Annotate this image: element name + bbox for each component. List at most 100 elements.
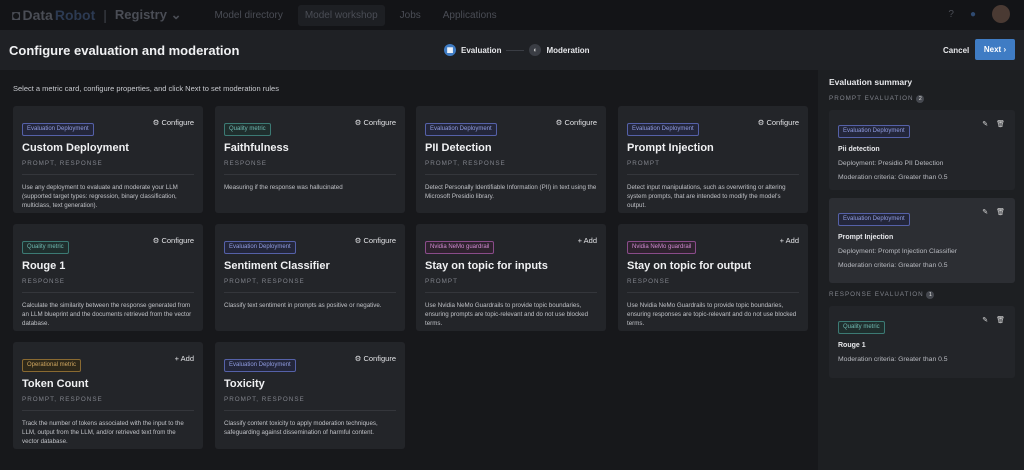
divider: | [103,7,107,23]
summary-title: Evaluation summary [829,77,913,87]
card-description: Use any deployment to evaluate and moder… [22,184,178,209]
trash-icon[interactable]: 🗑 [996,316,1005,324]
configure-button[interactable]: ⚙ Configure [153,236,194,245]
card-title: Token Count [22,378,89,390]
top-nav: ◘ Data Robot | Registry ⌄ Model directory … [0,0,1024,30]
gear-icon: ⚙ [555,118,563,127]
nav-jobs[interactable]: Jobs [393,5,428,26]
gear-icon: ⚙ [354,236,362,245]
response-evaluation-header: RESPONSE EVALUATION 1 [829,291,935,299]
metric-card[interactable]: Evaluation Deployment ⚙ Configure Toxici… [215,342,405,449]
metric-card[interactable]: Quality metric ⚙ Configure Rouge 1 RESPO… [13,224,203,331]
moderation-criteria: Moderation criteria: Greater than 0.5 [838,174,948,181]
evaluation-summary-panel: Evaluation summary PROMPT EVALUATION 2 R… [818,70,1024,470]
summary-item[interactable]: Evaluation Deployment ✎ 🗑 Prompt Injectio… [829,198,1015,283]
plus-icon: + [174,354,179,363]
action-label: Add [785,236,799,245]
metric-card[interactable]: Evaluation Deployment ⚙ Configure Sentim… [215,224,405,331]
summary-item[interactable]: Quality metric ✎ 🗑 Rouge 1 Moderation cri… [829,306,1015,378]
registry-dropdown[interactable]: Registry ⌄ [115,7,182,23]
section-label: RESPONSE EVALUATION [829,291,924,298]
card-title: Rouge 1 [22,260,66,272]
help-icon[interactable]: ? [948,9,954,20]
card-title: Toxicity [224,378,265,390]
gear-icon: ⚙ [354,354,362,363]
metric-card[interactable]: Nvidia NeMo guardrail + Add Stay on topi… [416,224,606,331]
nav-applications[interactable]: Applications [436,5,504,26]
card-applies-to: PROMPT [627,160,799,175]
add-button[interactable]: + Add [780,236,799,245]
configure-button[interactable]: ⚙ Configure [556,118,597,127]
edit-icon[interactable]: ✎ [982,316,988,324]
add-button[interactable]: + Add [175,354,194,363]
summary-item-name: Pii detection [838,146,880,153]
deployment-text: Deployment: Prompt Injection Classifier [838,248,957,255]
card-applies-to: PROMPT [425,278,597,293]
category-badge: Evaluation Deployment [22,123,94,136]
nav-model-workshop[interactable]: Model workshop [297,4,385,26]
stepper: ▦ Evaluation ◐ Moderation [444,44,590,56]
action-label: Configure [161,118,194,127]
next-button[interactable]: Next › [975,39,1015,60]
avatar[interactable] [992,5,1010,23]
count-badge: 1 [926,291,935,299]
page-header: Configure evaluation and moderation ▦ Ev… [0,30,1024,70]
page-title: Configure evaluation and moderation [9,42,240,58]
moderation-criteria: Moderation criteria: Greater than 0.5 [838,356,948,363]
configure-button[interactable]: ⚙ Configure [355,236,396,245]
category-badge: Evaluation Deployment [425,123,497,136]
category-badge: Nvidia NeMo guardrail [425,241,495,254]
card-title: Stay on topic for inputs [425,260,548,272]
metric-card[interactable]: Evaluation Deployment ⚙ Configure PII De… [416,106,606,213]
card-title: Sentiment Classifier [224,260,330,272]
card-title: Prompt Injection [627,142,714,154]
plus-icon: + [577,236,582,245]
card-applies-to: PROMPT, RESPONSE [224,396,396,411]
prompt-evaluation-header: PROMPT EVALUATION 2 [829,95,925,103]
action-label: Configure [363,354,396,363]
summary-item[interactable]: Evaluation Deployment ✎ 🗑 Pii detection D… [829,110,1015,190]
card-description: Calculate the similarity between the res… [22,302,192,327]
metric-card[interactable]: Evaluation Deployment ⚙ Configure Prompt… [618,106,808,213]
moderation-criteria: Moderation criteria: Greater than 0.5 [838,262,948,269]
metric-card[interactable]: Operational metric + Add Token Count PRO… [13,342,203,449]
card-title: PII Detection [425,142,492,154]
step-moderation[interactable]: Moderation [546,46,589,55]
card-title: Custom Deployment [22,142,129,154]
configure-button[interactable]: ⚙ Configure [758,118,799,127]
edit-icon[interactable]: ✎ [982,120,988,128]
configure-button[interactable]: ⚙ Configure [355,118,396,127]
configure-button[interactable]: ⚙ Configure [153,118,194,127]
configure-button[interactable]: ⚙ Configure [355,354,396,363]
card-description: Use Nvidia NeMo Guardrails to provide to… [425,302,589,327]
metric-card[interactable]: Evaluation Deployment ⚙ Configure Custom… [13,106,203,213]
card-applies-to: PROMPT, RESPONSE [425,160,597,175]
trash-icon[interactable]: 🗑 [996,120,1005,128]
card-applies-to: RESPONSE [224,160,396,175]
shield-icon: ◐ [529,44,542,56]
card-description: Classify text sentiment in prompts as po… [224,302,382,309]
deployment-text: Deployment: Presidio PII Detection [838,160,944,167]
action-label: Configure [161,236,194,245]
edit-icon[interactable]: ✎ [982,208,988,216]
metric-card[interactable]: Quality metric ⚙ Configure Faithfulness … [215,106,405,213]
step-evaluation[interactable]: Evaluation [461,46,501,55]
add-button[interactable]: + Add [578,236,597,245]
cancel-button[interactable]: Cancel [943,46,969,55]
card-description: Use Nvidia NeMo Guardrails to provide to… [627,302,797,327]
nav-model-directory[interactable]: Model directory [207,5,289,26]
category-badge: Quality metric [22,241,69,254]
action-label: Configure [363,236,396,245]
card-title: Stay on topic for output [627,260,752,272]
datarobot-logo[interactable]: ◘ Data Robot [12,7,95,23]
card-title: Faithfulness [224,142,289,154]
chevron-down-icon: ⌄ [170,7,182,22]
category-badge: Evaluation Deployment [224,241,296,254]
metric-card[interactable]: Nvidia NeMo guardrail + Add Stay on topi… [618,224,808,331]
card-description: Measuring if the response was hallucinat… [224,184,343,191]
card-applies-to: PROMPT, RESPONSE [22,160,194,175]
notifications-icon[interactable]: ● [970,9,976,20]
section-label: PROMPT EVALUATION [829,95,914,102]
trash-icon[interactable]: 🗑 [996,208,1005,216]
count-badge: 2 [916,95,925,103]
